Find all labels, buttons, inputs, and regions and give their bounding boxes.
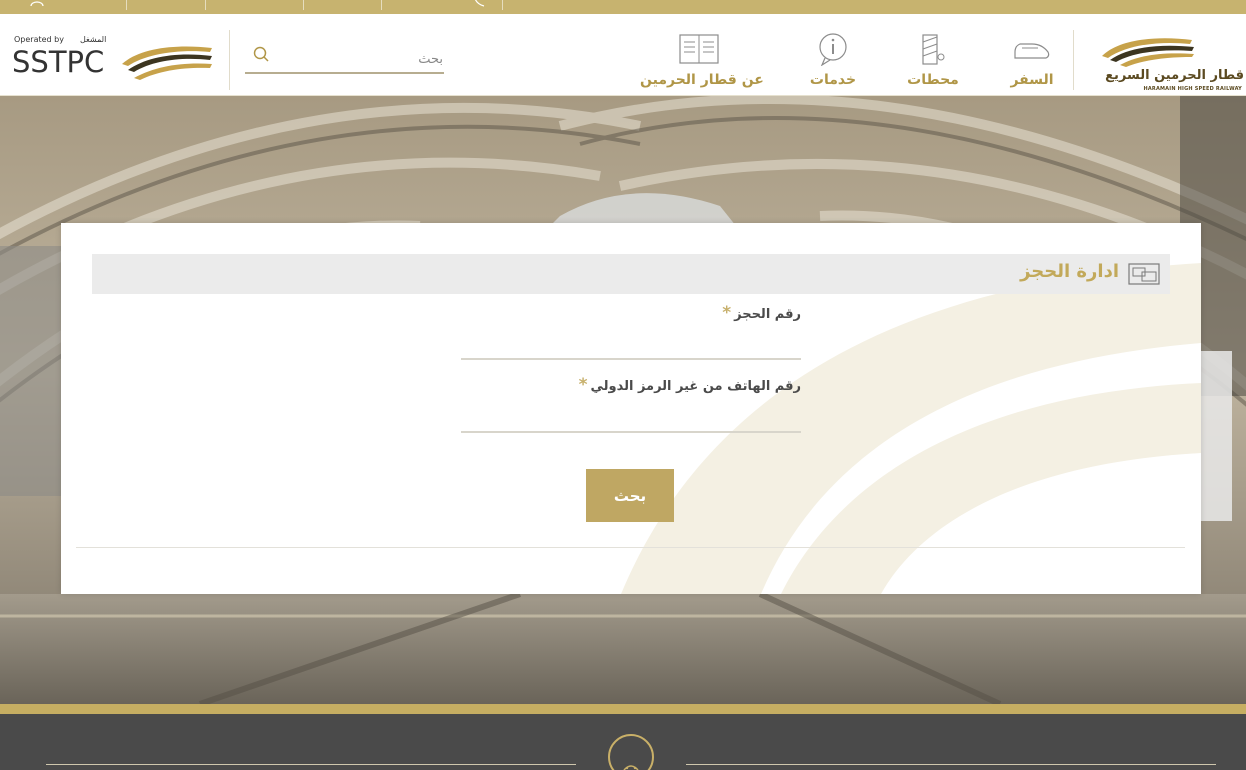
phone-number-input[interactable] <box>461 403 801 433</box>
nav-divider-2 <box>229 30 230 90</box>
phone-icon <box>474 0 485 7</box>
nav-about-label: عن قطار الحرمين <box>640 72 764 88</box>
top-utility-bar <box>0 0 1246 14</box>
nav-stations[interactable]: محطات <box>903 32 963 92</box>
train-front-icon <box>623 765 639 770</box>
footer-rule-right <box>686 764 1216 765</box>
nav-services[interactable]: خدمات <box>803 32 863 92</box>
brand-name-ar: قطار الحرمين السريع <box>1105 68 1244 83</box>
topbar-item-2[interactable] <box>127 0 206 10</box>
topbar-account[interactable] <box>0 0 127 10</box>
nav-about[interactable]: عن قطار الحرمين <box>640 32 764 92</box>
phone-number-label-text: رقم الهاتف من غير الرمز الدولي <box>590 379 801 394</box>
station-icon <box>922 34 945 65</box>
phone-number-label: رقم الهاتف من غير الرمز الدولي* <box>579 375 801 395</box>
booking-number-label: رقم الحجز* <box>722 303 801 323</box>
topbar-item-3[interactable] <box>206 0 304 10</box>
nav-travel-label: السفر <box>1010 72 1054 88</box>
operator-name: SSTPC <box>12 45 105 79</box>
topbar-item-4[interactable] <box>304 0 382 10</box>
card-title: ادارة الحجز <box>1020 261 1119 282</box>
user-icon <box>30 1 44 7</box>
haramain-logo[interactable]: قطار الحرمين السريع HARAMAIN HIGH SPEED … <box>1100 32 1246 94</box>
manage-booking-card: ادارة الحجز رقم الحجز* رقم الهاتف من غير… <box>61 223 1201 594</box>
nav-divider <box>1073 30 1074 90</box>
search-icon[interactable] <box>252 45 270 63</box>
footer-gold-strip <box>0 704 1246 714</box>
brand-name-en: HARAMAIN HIGH SPEED RAILWAY <box>1143 86 1242 92</box>
site-header: قطار الحرمين السريع HARAMAIN HIGH SPEED … <box>0 14 1246 96</box>
screen-icon <box>1128 263 1160 285</box>
booking-number-input[interactable] <box>461 330 801 360</box>
nav-travel[interactable]: السفر <box>1002 32 1062 92</box>
card-header: ادارة الحجز <box>92 254 1170 294</box>
search-button[interactable]: بحث <box>586 469 674 522</box>
nav-stations-label: محطات <box>907 72 959 88</box>
required-asterisk: * <box>722 303 732 323</box>
nav-services-label: خدمات <box>809 72 857 88</box>
book-icon <box>679 34 719 64</box>
header-search <box>245 44 444 74</box>
site-footer <box>0 714 1246 770</box>
booking-number-label-text: رقم الحجز <box>734 307 801 322</box>
footer-rule-left <box>46 764 576 765</box>
footer-badge[interactable] <box>608 734 654 770</box>
operated-by-label-ar: المشغل <box>80 35 107 44</box>
topbar-contact[interactable] <box>382 0 503 10</box>
info-icon <box>819 33 847 66</box>
haramain-logo-mark <box>1102 38 1194 67</box>
required-asterisk: * <box>578 375 588 395</box>
sstpc-logo-mark <box>122 46 212 80</box>
operated-by-label: Operated by <box>14 35 64 44</box>
train-icon <box>1014 43 1050 59</box>
search-input[interactable] <box>275 48 443 70</box>
card-divider <box>76 547 1185 548</box>
sstpc-logo: Operated by المشغل SSTPC <box>12 34 214 86</box>
